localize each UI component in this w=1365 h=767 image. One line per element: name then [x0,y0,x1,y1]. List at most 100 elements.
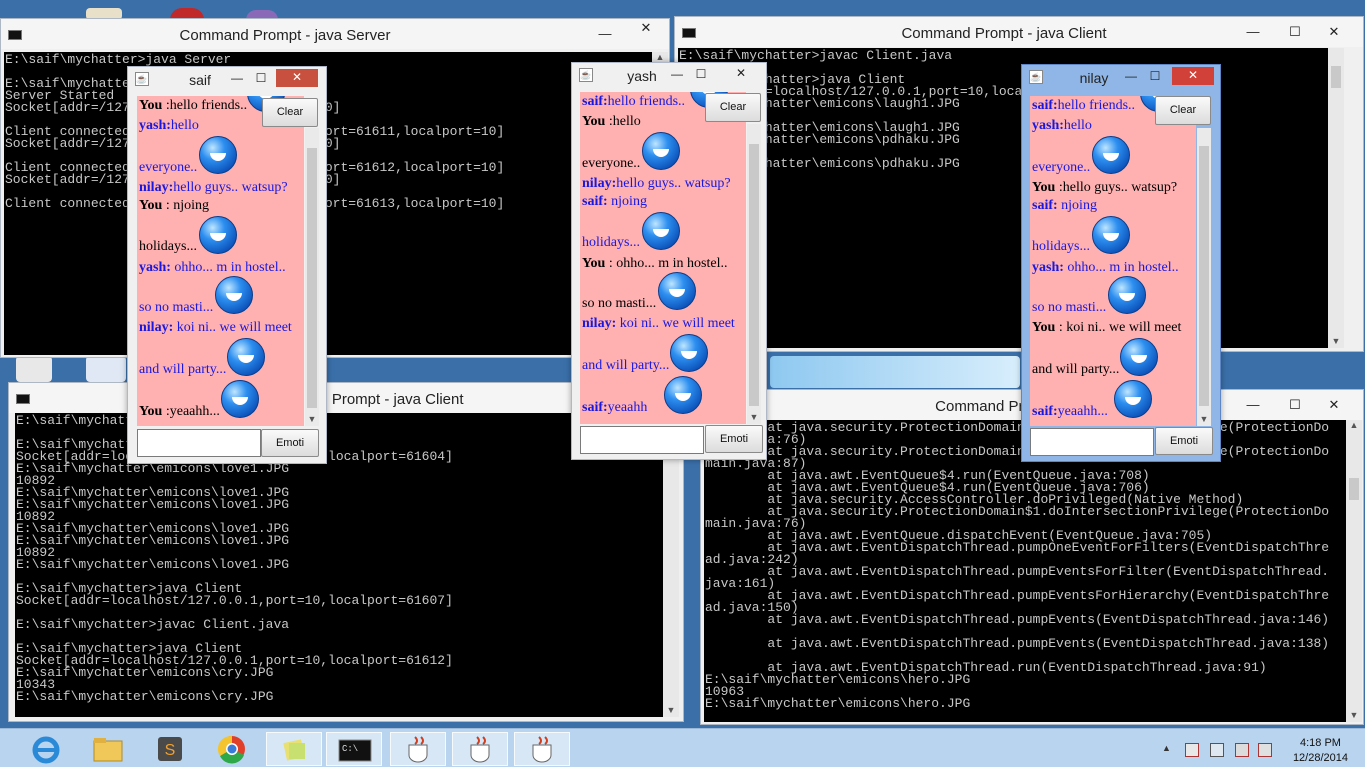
console-text: at java.security.ProtectionDomain$1.doIn… [705,420,1330,711]
sender-name: saif: [1032,98,1058,113]
scroll-thumb[interactable] [307,148,317,408]
scroll-thumb[interactable] [1349,478,1359,500]
minimize-button[interactable]: — [1120,68,1142,84]
scrollbar[interactable]: ▲ ▼ [1346,420,1362,722]
chat-message: everyone.. [582,156,640,172]
scroll-down-arrow[interactable]: ▼ [1346,710,1362,720]
file-explorer-taskbar-button[interactable] [84,732,132,766]
network-icon[interactable] [1235,743,1249,757]
scroll-down-arrow[interactable]: ▼ [1328,336,1344,346]
clear-button[interactable]: Clear [1155,96,1211,125]
java-icon [532,736,552,763]
chat-message: nilay: koi ni.. we will meet [582,316,735,332]
chat-window-saif[interactable]: ☕ saif — ☐ ✕ You :hello friends.. yash:he… [127,66,327,464]
minimize-button[interactable]: — [666,66,688,82]
chat-window-nilay[interactable]: ☕ nilay — ☐ ✕ saif:hello friends.. yash: h… [1021,64,1221,462]
svg-text:S: S [165,742,176,759]
emoticon-icon [199,136,237,174]
show-hidden-icons-chevron-icon[interactable]: ▲ [1162,743,1176,757]
maximize-button[interactable]: ☐ [690,66,712,82]
java-taskbar-button-1[interactable] [390,732,446,766]
message-input[interactable] [1030,428,1154,456]
scroll-down-arrow[interactable]: ▼ [1197,414,1211,424]
emoti-button[interactable]: Emoti [705,425,763,453]
scrollbar[interactable]: ▼ [305,128,319,426]
chat-message: yash:hello [139,118,199,134]
chat-message: saif:yeaahh [582,400,647,416]
minimize-button[interactable]: — [591,25,619,43]
scroll-up-arrow[interactable]: ▲ [1346,420,1362,430]
flag-icon[interactable] [1185,743,1199,757]
scroll-down-arrow[interactable]: ▼ [747,412,761,422]
message-text: and will party... [582,358,670,373]
title-bar[interactable]: ☕ saif — ☐ ✕ [128,67,326,91]
scroll-thumb[interactable] [1331,66,1341,88]
volume-icon[interactable] [1258,743,1272,757]
app-desktop-icon[interactable] [86,356,126,382]
cmd-taskbar-button[interactable]: C:\ [326,732,382,766]
emoti-button[interactable]: Emoti [1155,427,1213,455]
java-taskbar-button-2[interactable] [452,732,508,766]
chat-area: saif:hello friends.. yash:hello everyone..… [1030,96,1196,426]
java-taskbar-button-3[interactable] [514,732,570,766]
clear-button[interactable]: Clear [262,98,318,127]
scrollbar[interactable]: ▼ [1328,48,1344,348]
notes-taskbar-button[interactable] [266,732,322,766]
title-bar[interactable]: ☕ nilay — ☐ ✕ [1022,65,1220,89]
minimize-button[interactable]: — [1239,396,1267,414]
date-text: 12/28/2014 [1292,752,1348,764]
chat-message: You : koi ni.. we will meet [1032,320,1181,336]
scrollbar[interactable]: ▼ [1197,128,1211,426]
sender-name: yash: [1032,118,1064,133]
chat-message: You :hello friends.. [139,98,247,114]
scroll-down-arrow[interactable]: ▼ [305,414,319,424]
cmd-client-top-window[interactable]: Command Prompt - java Client — ☐ ✕ E:\sa… [674,16,1364,352]
message-input[interactable] [137,429,261,457]
chat-message: holidays... [139,239,197,255]
message-text: : ohho... m in hostel.. [605,256,728,271]
scroll-thumb[interactable] [1199,146,1209,406]
emoti-button[interactable]: Emoti [261,429,319,457]
power-icon[interactable] [1210,743,1224,757]
close-button[interactable]: ✕ [720,65,762,83]
message-text: hello friends.. [1057,98,1136,113]
title-bar[interactable]: Command Prompt - java Client — ☐ ✕ [675,17,1363,47]
chat-message: holidays... [1032,239,1090,255]
folder-desktop-icon[interactable] [16,356,52,382]
minimize-button[interactable]: — [226,70,248,86]
java-icon [408,736,428,763]
svg-text:C:\: C:\ [342,744,358,754]
minimize-button[interactable]: — [1239,23,1267,41]
maximize-button[interactable]: ☐ [250,70,272,86]
chat-message: everyone.. [139,160,197,176]
close-button[interactable]: ✕ [1311,396,1357,414]
chat-message: and will party... [582,358,669,374]
emoticon-icon [199,216,237,254]
close-button[interactable]: ✕ [1311,23,1357,41]
clear-button[interactable]: Clear [705,93,761,122]
sublime-taskbar-button[interactable]: S [146,732,194,766]
scroll-down-arrow[interactable]: ▼ [663,705,679,715]
close-button[interactable]: ✕ [276,69,318,87]
emoticon-icon [1092,216,1130,254]
scroll-up-arrow[interactable]: ▲ [652,52,668,62]
title-bar[interactable]: ☕ yash — ☐ ✕ [572,63,766,87]
scroll-thumb[interactable] [749,144,759,406]
maximize-button[interactable]: ☐ [1281,23,1309,41]
scrollbar[interactable]: ▼ [747,124,761,424]
start-button[interactable] [24,732,68,766]
maximize-button[interactable]: ☐ [1281,396,1309,414]
title-bar[interactable]: Command Prompt - java Server — ✕ [1,19,669,49]
message-input[interactable] [580,426,704,454]
chrome-taskbar-button[interactable] [208,732,256,766]
java-icon [470,736,490,763]
close-button[interactable]: ✕ [1172,67,1214,85]
message-text: njoing [1057,198,1097,213]
chat-window-yash[interactable]: ☕ yash — ☐ ✕ saif:hello friends.. You :he… [571,62,767,460]
maximize-button[interactable]: ☐ [1144,68,1166,84]
clock[interactable]: 4:18 PM 12/28/2014 [1293,736,1348,766]
emoticon-icon [642,132,680,170]
emoticon-icon [664,376,702,414]
time-text: 4:18 PM [1299,737,1341,749]
cmd-server-window[interactable]: Command Prompt - java Server — ✕ E:\saif… [0,18,670,358]
